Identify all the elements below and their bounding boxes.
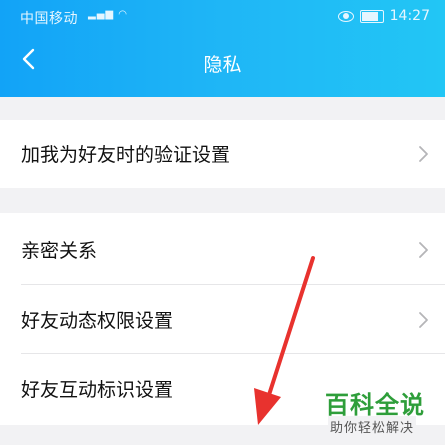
watermark-logo: 百科全说 助你轻松解决 xyxy=(325,385,435,440)
annotation-arrow-icon xyxy=(254,256,315,425)
watermark-title: 百科全说 xyxy=(325,391,425,419)
watermark-subtitle: 助你轻松解决 xyxy=(328,416,417,437)
